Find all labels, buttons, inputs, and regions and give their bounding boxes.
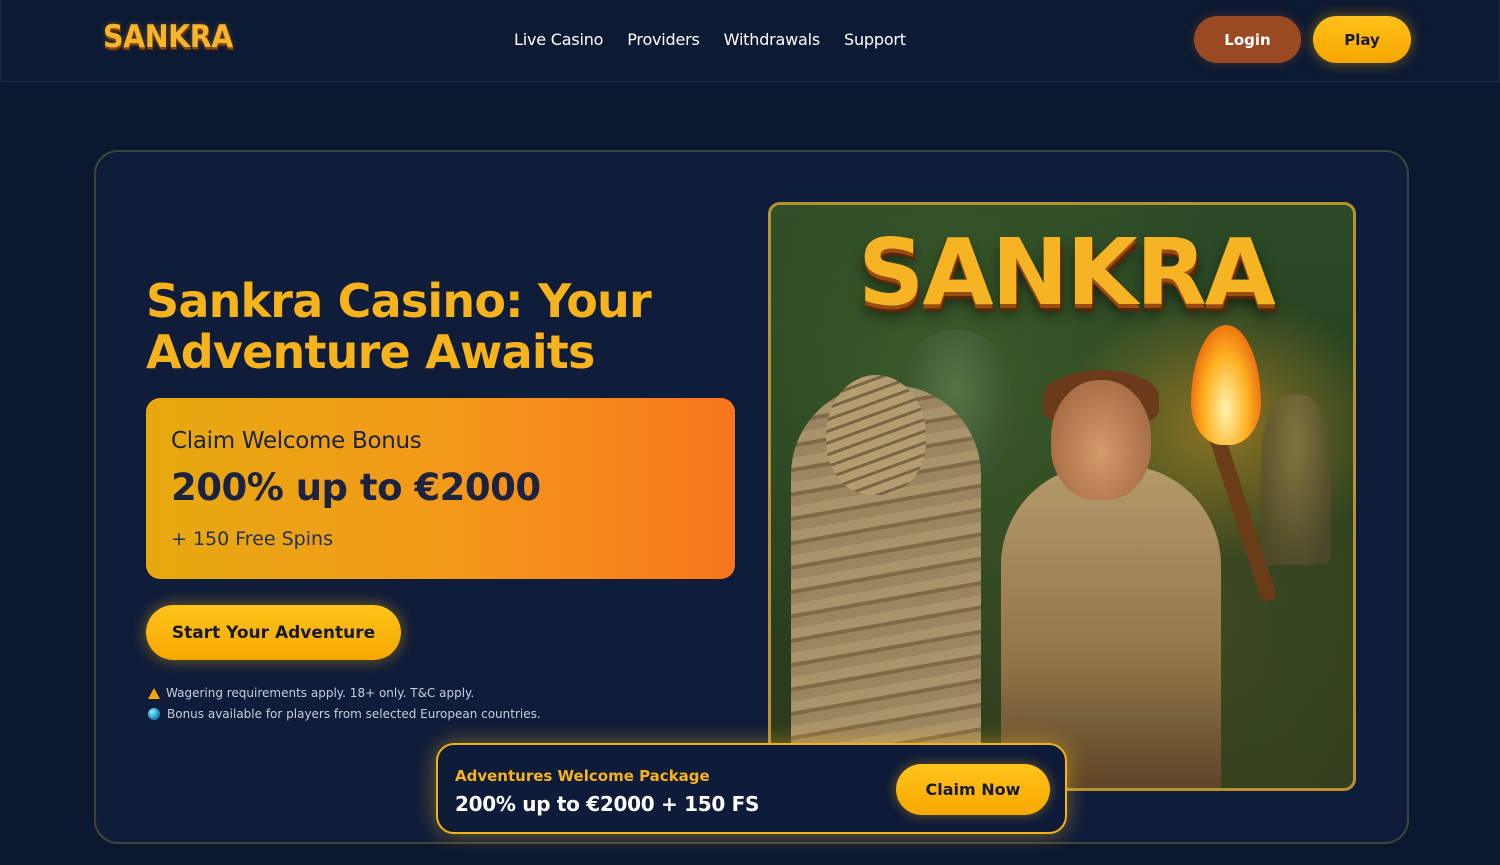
play-button[interactable]: Play [1313, 16, 1411, 63]
bonus-label: Claim Welcome Bonus [171, 428, 422, 454]
login-button[interactable]: Login [1194, 16, 1301, 63]
nav-providers[interactable]: Providers [627, 30, 700, 49]
nav-live-casino[interactable]: Live Casino [514, 30, 603, 49]
artwork-logo: SANKRA [858, 219, 1276, 326]
countries-note-text: Bonus available for players from selecte… [167, 707, 541, 721]
warning-icon [148, 687, 160, 699]
statue-figure [1261, 395, 1331, 565]
logo[interactable]: SANKRA [103, 19, 233, 55]
countries-note: Bonus available for players from selecte… [148, 707, 541, 721]
torch-flame [1191, 325, 1261, 445]
bonus-amount: 200% up to €2000 [171, 466, 541, 509]
nav-support[interactable]: Support [844, 30, 906, 49]
hero-artwork: SANKRA [768, 202, 1356, 791]
start-adventure-button[interactable]: Start Your Adventure [146, 605, 401, 660]
main-nav: Live Casino Providers Withdrawals Suppor… [514, 30, 930, 49]
explorer-head [1051, 380, 1151, 500]
terms-note-text: Wagering requirements apply. 18+ only. T… [166, 686, 475, 700]
mummy-head [826, 375, 926, 495]
bonus-free-spins: + 150 Free Spins [171, 528, 333, 550]
globe-icon [148, 708, 160, 720]
promo-offer: 200% up to €2000 + 150 FS [455, 792, 760, 816]
promo-bar: Adventures Welcome Package 200% up to €2… [436, 743, 1067, 834]
promo-title: Adventures Welcome Package [455, 767, 710, 785]
terms-note: Wagering requirements apply. 18+ only. T… [148, 686, 474, 700]
welcome-bonus-card: Claim Welcome Bonus 200% up to €2000 + 1… [146, 398, 735, 579]
claim-now-button[interactable]: Claim Now [896, 764, 1050, 815]
nav-withdrawals[interactable]: Withdrawals [724, 30, 821, 49]
site-header: SANKRA Live Casino Providers Withdrawals… [0, 0, 1500, 82]
hero-title: Sankra Casino: Your Adventure Awaits [146, 274, 652, 379]
